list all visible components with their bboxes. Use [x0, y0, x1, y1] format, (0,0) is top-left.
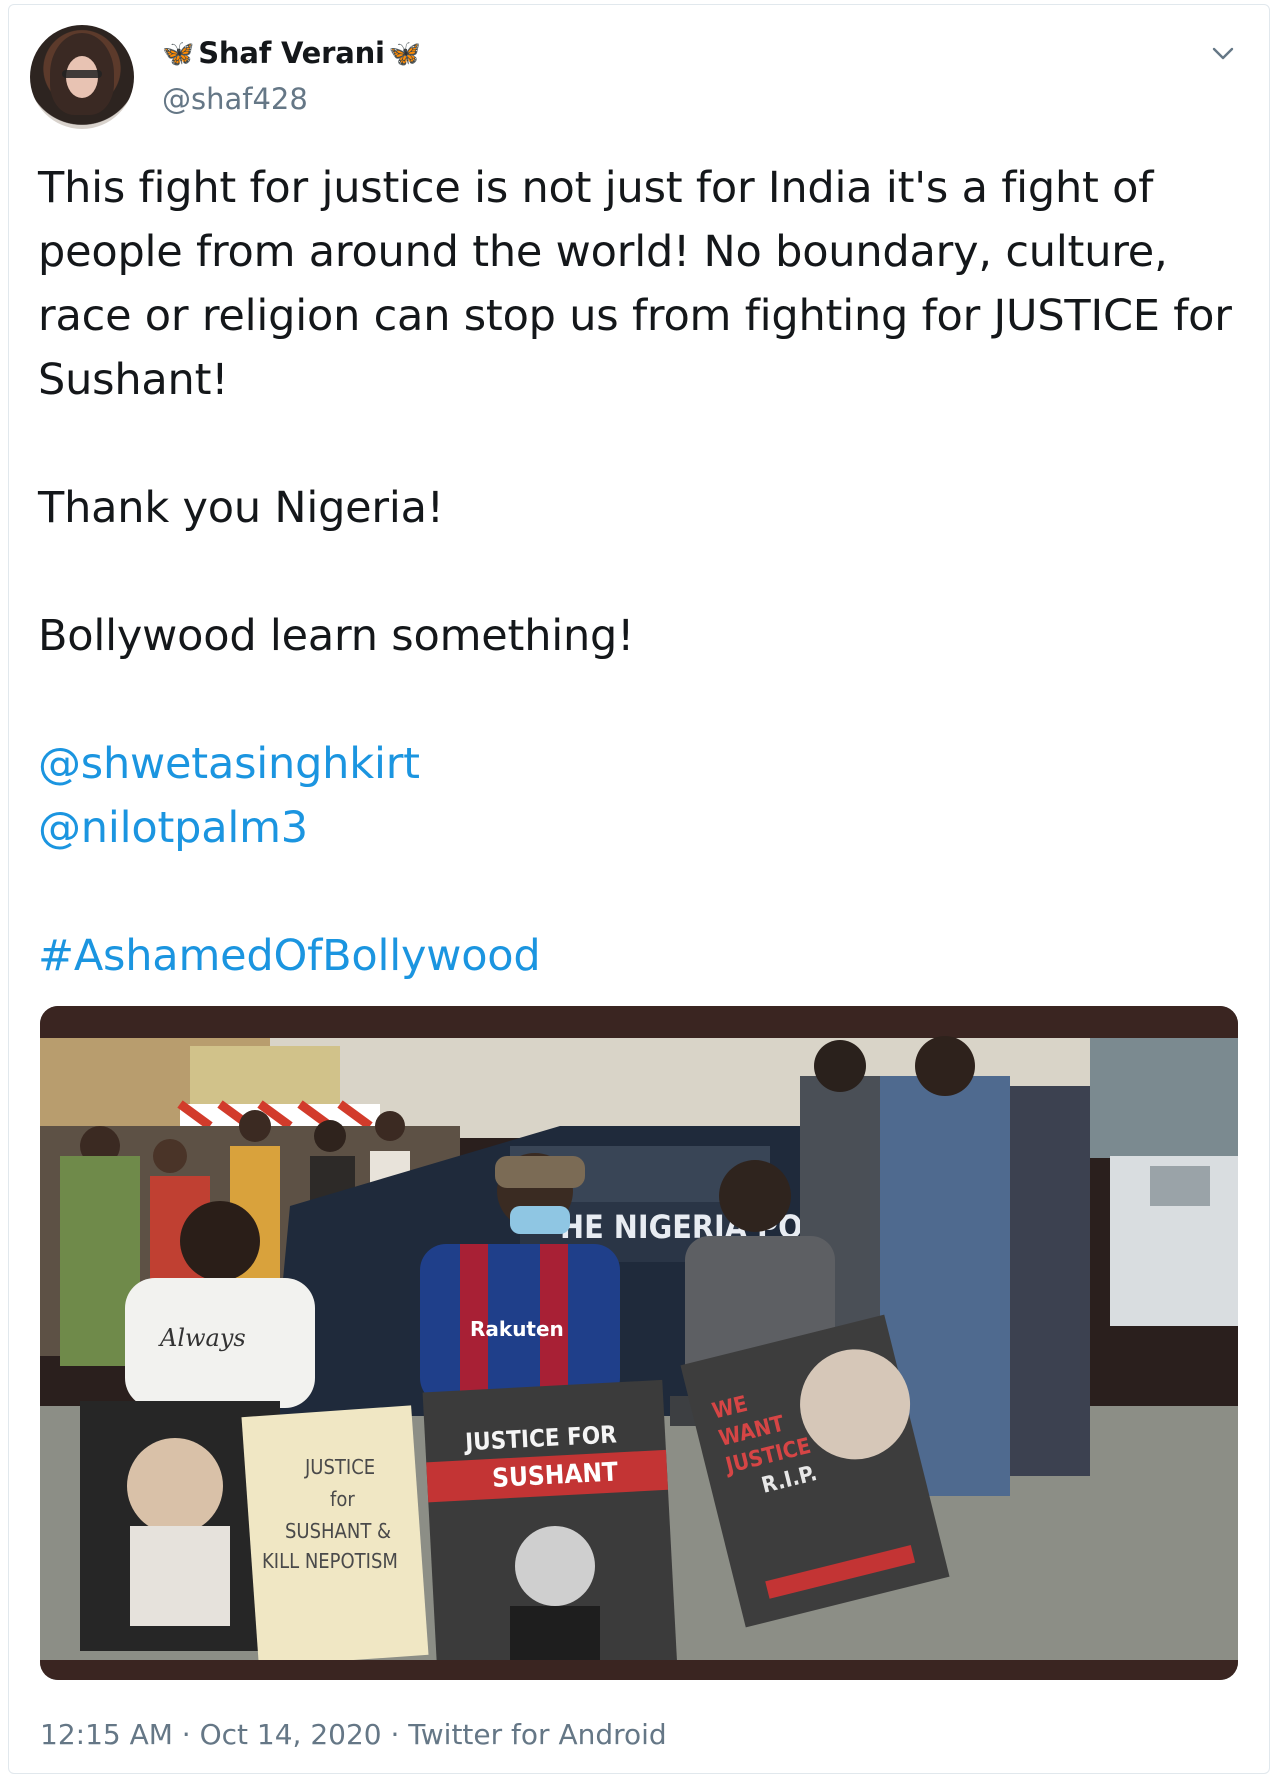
tweet-text: This fight for justice is not just for I…	[38, 156, 1248, 988]
butterfly-icon: 🦋	[162, 39, 195, 69]
chevron-down-icon[interactable]	[1210, 40, 1236, 66]
sign-left-line: for	[330, 1487, 355, 1511]
jersey-text: Rakuten	[470, 1317, 564, 1341]
author-name[interactable]: 🦋 Shaf Verani 🦋	[162, 36, 421, 70]
tweet-timestamp[interactable]: 12:15 AM · Oct 14, 2020 · Twitter for An…	[40, 1718, 667, 1751]
protest-photo: HE NIGERIA PO Always Rakuten JUSTICE for	[40, 1006, 1238, 1680]
shirt-text: Always	[158, 1324, 246, 1352]
butterfly-icon: 🦋	[388, 39, 421, 69]
mention-link[interactable]: @nilotpalm3	[38, 796, 1248, 860]
author-avatar[interactable]	[30, 25, 134, 129]
author-display-name[interactable]: Shaf Verani	[198, 36, 385, 70]
tweet-photo[interactable]: HE NIGERIA PO Always Rakuten JUSTICE for	[40, 1006, 1238, 1680]
sign-left-line: KILL NEPOTISM	[262, 1549, 398, 1573]
tweet-paragraph: Thank you Nigeria!	[38, 483, 444, 533]
author-handle[interactable]: @shaf428	[162, 82, 308, 116]
tweet-paragraph: Bollywood learn something!	[38, 611, 635, 661]
tweet-paragraph: This fight for justice is not just for I…	[38, 163, 1232, 405]
mention-link[interactable]: @shwetasinghkirt	[38, 732, 1248, 796]
sign-left-line: SUSHANT &	[285, 1519, 391, 1543]
hashtag-link[interactable]: #AshamedOfBollywood	[38, 924, 1248, 988]
sign-left-line: JUSTICE	[304, 1455, 375, 1479]
avatar-glasses	[62, 70, 102, 78]
